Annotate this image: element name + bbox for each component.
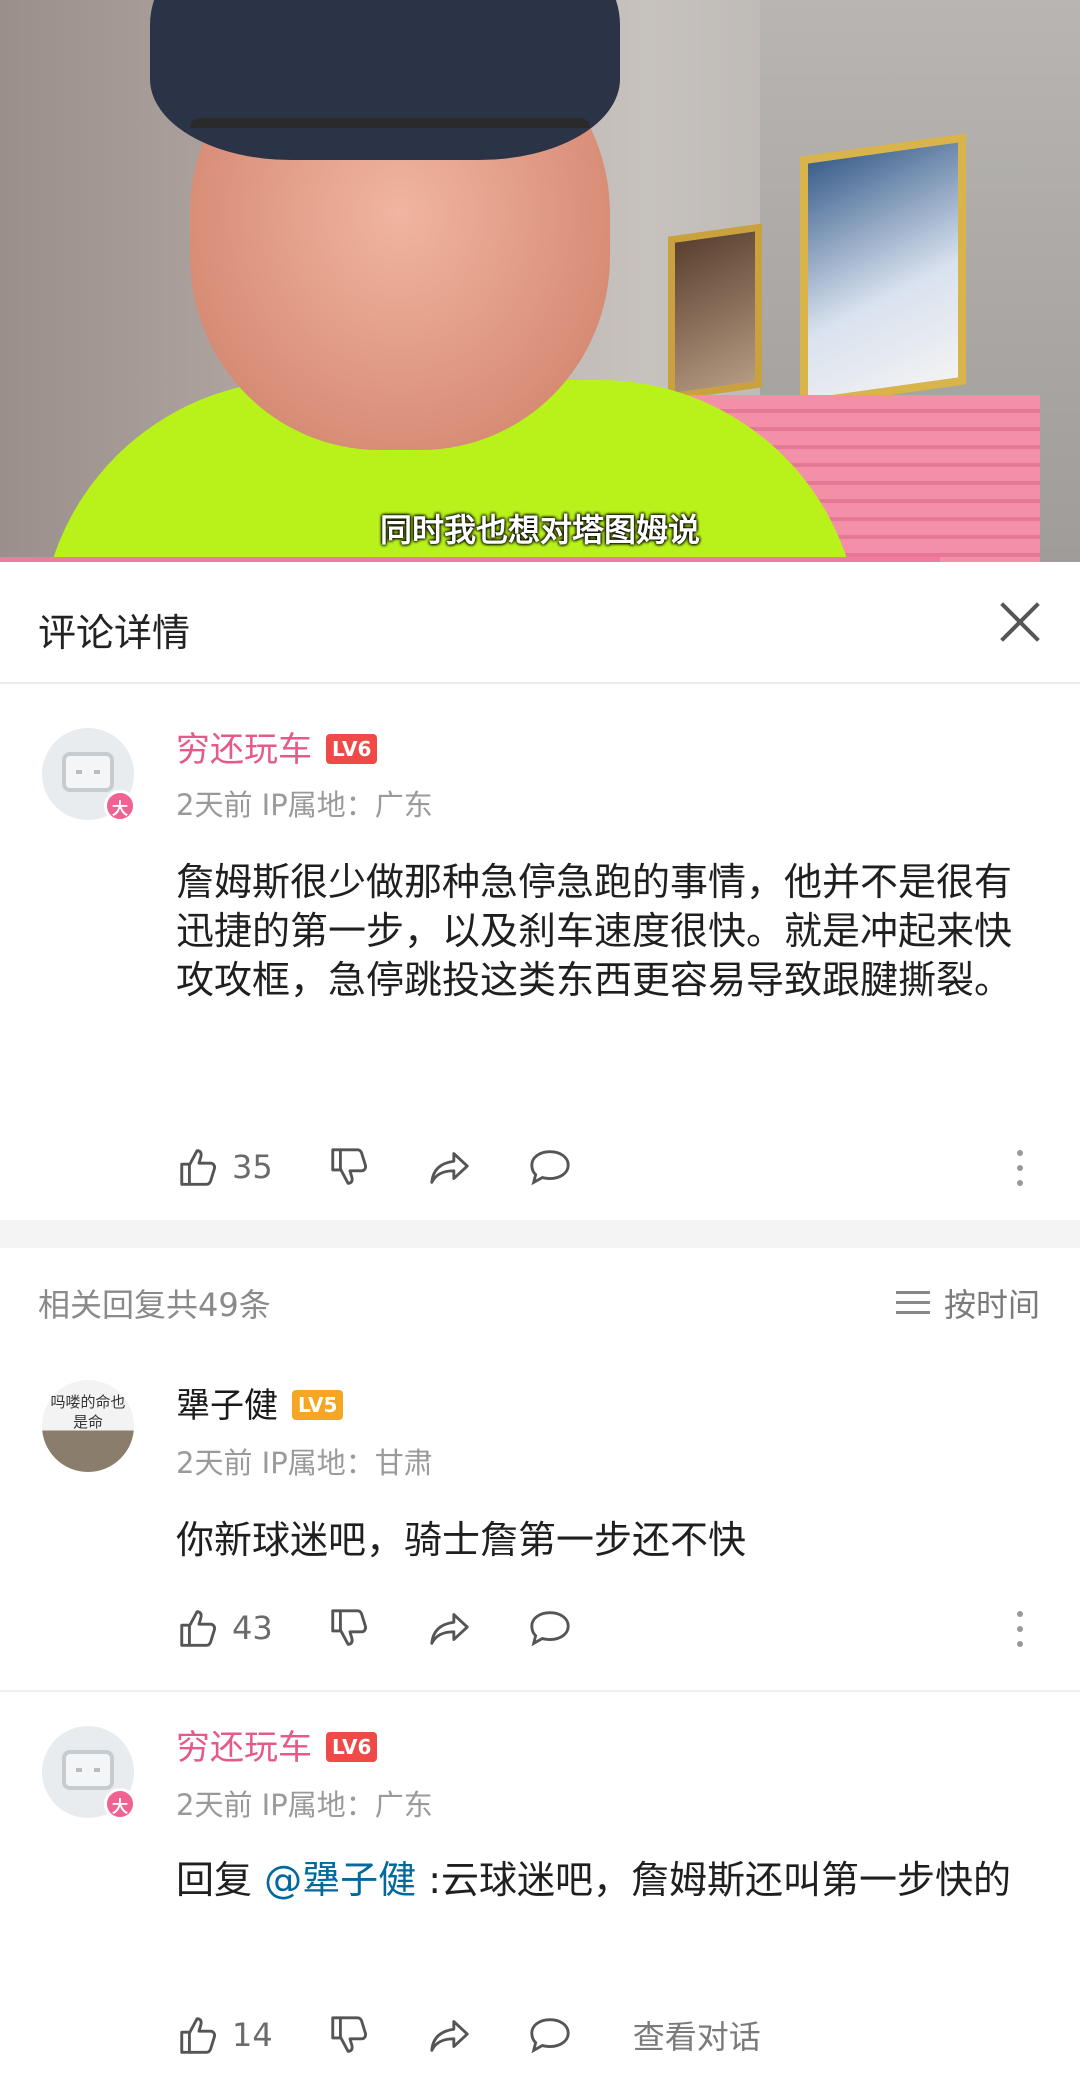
view-conversation-link[interactable]: 查看对话 bbox=[633, 2012, 761, 2058]
thumbs-up-icon bbox=[180, 2017, 216, 2054]
like-button[interactable]: 43 bbox=[176, 1605, 273, 1651]
comment-actions: 35 bbox=[176, 1142, 627, 1192]
sort-button[interactable]: 按时间 bbox=[895, 1280, 1040, 1326]
divider bbox=[0, 1690, 1080, 1692]
tv-icon bbox=[62, 1750, 114, 1790]
comment-text: 詹姆斯很少做那种急停急跑的事情，他并不是很有迅捷的第一步，以及刹车速度很快。就是… bbox=[176, 860, 1013, 1002]
mention-link[interactable]: @犟子健 bbox=[264, 1858, 416, 1902]
like-count: 14 bbox=[232, 2016, 273, 2054]
dislike-button[interactable] bbox=[327, 2012, 373, 2058]
panel-title: 评论详情 bbox=[38, 611, 191, 655]
reply-count: 相关回复共49条 bbox=[38, 1286, 271, 1324]
like-count: 35 bbox=[232, 1148, 273, 1186]
comment-username[interactable]: 穷还玩车 LV6 bbox=[176, 722, 378, 771]
reply-button[interactable] bbox=[527, 1605, 573, 1651]
section-divider bbox=[0, 1220, 1080, 1248]
comment-meta: 2天前 IP属地：广东 bbox=[176, 788, 433, 822]
more-icon[interactable] bbox=[1014, 1611, 1026, 1651]
video-player[interactable]: 同时我也想对塔图姆说 bbox=[0, 0, 1080, 562]
level-badge: LV6 bbox=[326, 733, 378, 764]
thumbs-down-icon bbox=[331, 1148, 367, 1185]
share-button[interactable] bbox=[427, 2012, 473, 2058]
dislike-button[interactable] bbox=[327, 1605, 373, 1651]
like-count: 43 bbox=[232, 1609, 273, 1647]
level-badge: LV6 bbox=[326, 1731, 378, 1762]
dislike-button[interactable] bbox=[327, 1144, 373, 1190]
sort-lines-icon bbox=[895, 1290, 930, 1316]
thumbs-up-icon bbox=[180, 1149, 216, 1186]
comment-text: 回复 @犟子健 :云球迷吧，詹姆斯还叫第一步快的 bbox=[176, 1856, 1036, 1905]
level-badge: LV5 bbox=[292, 1389, 344, 1420]
comment-bubble-icon bbox=[530, 1611, 570, 1647]
share-button[interactable] bbox=[427, 1605, 473, 1651]
avatar-badge: 大 bbox=[104, 1788, 136, 1820]
comment-meta: 2天前 IP属地：甘肃 bbox=[176, 1446, 433, 1480]
sort-label: 按时间 bbox=[943, 1286, 1040, 1324]
comment-username[interactable]: 穷还玩车 LV6 bbox=[176, 1720, 378, 1769]
share-icon bbox=[430, 1613, 469, 1645]
tv-icon bbox=[62, 752, 114, 792]
avatar[interactable]: 吗喽的命也是命 bbox=[42, 1380, 134, 1472]
comment-username[interactable]: 犟子健 LV5 bbox=[176, 1378, 344, 1427]
share-icon bbox=[430, 1152, 469, 1184]
video-person-glasses bbox=[190, 118, 590, 208]
reply-prefix: 回复 bbox=[176, 1858, 265, 1902]
thumbs-down-icon bbox=[331, 2016, 367, 2053]
reply-body: :云球迷吧，詹姆斯还叫第一步快的 bbox=[416, 1858, 1011, 1902]
avatar[interactable]: 大 bbox=[42, 728, 136, 822]
video-picture-frame bbox=[668, 223, 762, 401]
username-text: 穷还玩车 bbox=[176, 730, 312, 770]
comment-actions: 43 bbox=[176, 1603, 627, 1653]
thumbs-down-icon bbox=[331, 1609, 367, 1646]
avatar[interactable]: 大 bbox=[42, 1726, 136, 1820]
comment-detail-header: 评论详情 bbox=[0, 562, 1080, 684]
video-subtitle: 同时我也想对塔图姆说 bbox=[379, 511, 700, 549]
reply-button[interactable] bbox=[527, 2012, 573, 2058]
comment-text: 你新球迷吧，骑士詹第一步还不快 bbox=[176, 1518, 747, 1562]
more-icon[interactable] bbox=[1014, 1150, 1026, 1190]
video-picture-frame bbox=[800, 133, 966, 408]
avatar-badge: 大 bbox=[104, 790, 136, 822]
avatar-text: 吗喽的命也是命 bbox=[50, 1393, 126, 1431]
close-icon[interactable] bbox=[990, 592, 1050, 652]
like-button[interactable]: 35 bbox=[176, 1144, 273, 1190]
comment-meta: 2天前 IP属地：广东 bbox=[176, 1788, 433, 1822]
like-button[interactable]: 14 bbox=[176, 2012, 273, 2058]
comment-bubble-icon bbox=[530, 1150, 570, 1186]
thumbs-up-icon bbox=[180, 1610, 216, 1647]
share-icon bbox=[430, 2020, 469, 2052]
comment-bubble-icon bbox=[530, 2018, 570, 2054]
username-text: 穷还玩车 bbox=[176, 1728, 312, 1768]
share-button[interactable] bbox=[427, 1144, 473, 1190]
reply-button[interactable] bbox=[527, 1144, 573, 1190]
comment-actions: 14 查看对话 bbox=[176, 2010, 761, 2060]
username-text: 犟子健 bbox=[176, 1386, 278, 1426]
